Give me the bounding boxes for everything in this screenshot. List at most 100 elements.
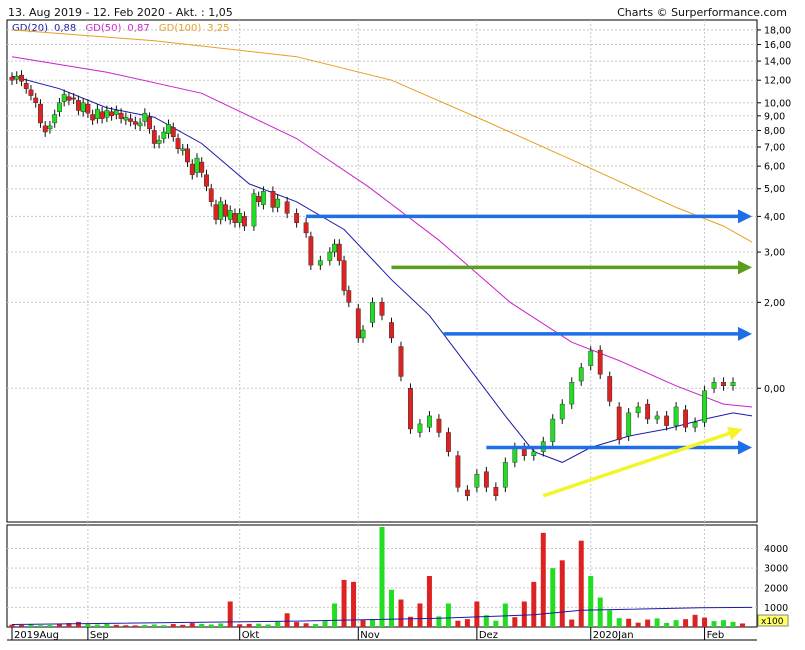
candle-up: [360, 329, 366, 339]
candle-up: [156, 139, 162, 144]
candle-down: [208, 188, 214, 202]
volume-bar: [721, 620, 727, 627]
candle-up: [123, 117, 129, 121]
candle-down: [66, 96, 72, 101]
volume-bar: [104, 623, 110, 627]
volume-tick-label: 1000: [764, 603, 788, 614]
volume-bar: [730, 621, 736, 627]
candle-down: [270, 191, 276, 208]
legend-gd20-label: GD(20): [12, 23, 48, 34]
blue-arrow-head: [738, 209, 752, 224]
chart-root: 13. Aug 2019 - 12. Feb 2020 - Akt. : 1,0…: [0, 0, 805, 650]
volume-panel-frame: [6, 524, 758, 628]
candle-down: [341, 260, 347, 291]
ma20-line: [11, 75, 753, 463]
candle-up: [161, 131, 167, 139]
volume-bar: [218, 623, 224, 627]
candle-down: [242, 216, 247, 227]
volume-tick-label: 4000: [764, 544, 788, 555]
candle-down: [199, 161, 205, 173]
volume-bar: [208, 624, 214, 627]
candle-up: [502, 462, 508, 488]
green-arrow-head: [738, 260, 752, 275]
volume-bar: [550, 568, 556, 627]
candle-up: [47, 125, 53, 130]
candle-down: [721, 382, 726, 387]
volume-bar: [113, 624, 119, 627]
volume-bar: [597, 597, 603, 627]
candle-up: [80, 102, 86, 112]
legend-gd20-value: 0,88: [53, 23, 77, 34]
candle-down: [23, 83, 29, 89]
volume-bar: [180, 624, 186, 627]
volume-bar: [370, 619, 376, 627]
candle-up: [218, 201, 224, 220]
candle-down: [38, 103, 43, 124]
volume-bar: [512, 617, 518, 627]
volume-bar: [483, 615, 489, 627]
candle-down: [9, 76, 15, 81]
price-tick-label: 5,00: [764, 184, 785, 195]
volume-bar: [740, 623, 746, 627]
volume-bar: [436, 616, 442, 627]
price-tick-label: 18,00: [764, 25, 791, 36]
volume-bar: [199, 623, 205, 627]
volume-bar: [66, 623, 72, 627]
volume-bar: [189, 623, 195, 627]
volume-bar: [445, 603, 451, 627]
volume-bar: [227, 601, 233, 627]
candle-down: [493, 487, 499, 497]
candle-down: [90, 114, 96, 121]
volume-bar: [284, 613, 290, 627]
candle-down: [597, 349, 603, 375]
volume-bar: [569, 619, 575, 627]
price-tick-label: 9,00: [764, 111, 785, 122]
candle-up: [711, 382, 717, 389]
candle-down: [189, 163, 195, 175]
candle-up: [317, 260, 323, 266]
volume-bar: [170, 624, 176, 627]
price-tick-label: 3,00: [764, 248, 785, 259]
x-tick-label: Nov: [360, 630, 380, 641]
legend-gd100-value: 3,25: [207, 23, 230, 34]
candle-up: [94, 108, 100, 119]
volume-ma-line: [11, 606, 753, 625]
volume-unit-box: [757, 614, 789, 627]
volume-bar: [531, 581, 537, 627]
candle-up: [626, 412, 632, 437]
volume-bar: [18, 625, 24, 627]
candle-down: [99, 111, 105, 119]
candle-down: [398, 346, 404, 377]
x-tick-label: 2019Aug: [14, 630, 59, 641]
candle-down: [303, 222, 309, 234]
volume-bar: [426, 576, 432, 627]
volume-bar: [75, 621, 81, 627]
candle-up: [550, 418, 556, 442]
candle-up: [654, 415, 660, 420]
volume-bar: [673, 620, 679, 627]
candle-down: [213, 204, 219, 220]
x-tick-label: Feb: [707, 630, 725, 641]
candle-down: [175, 138, 181, 149]
candle-down: [147, 117, 152, 130]
ma50-line: [11, 56, 753, 408]
volume-bar: [294, 622, 300, 627]
candle-up: [692, 422, 698, 428]
candle-down: [379, 302, 385, 316]
candle-down: [132, 121, 138, 125]
blue-arrow-head: [738, 440, 752, 455]
volume-bar: [322, 621, 328, 627]
volume-tick-label: 3000: [764, 564, 788, 575]
price-tick-label: 7,00: [764, 143, 785, 154]
candle-down: [521, 447, 527, 456]
candle-down: [71, 97, 77, 100]
candle-down: [204, 174, 209, 187]
volume-bar: [94, 624, 100, 627]
candle-down: [455, 455, 461, 488]
price-tick-label: 0,00: [764, 384, 785, 395]
candle-up: [531, 451, 537, 456]
candle-down: [346, 290, 352, 303]
volume-unit-label: x100: [761, 617, 784, 627]
volume-bar: [645, 619, 651, 627]
candle-up: [327, 251, 333, 261]
